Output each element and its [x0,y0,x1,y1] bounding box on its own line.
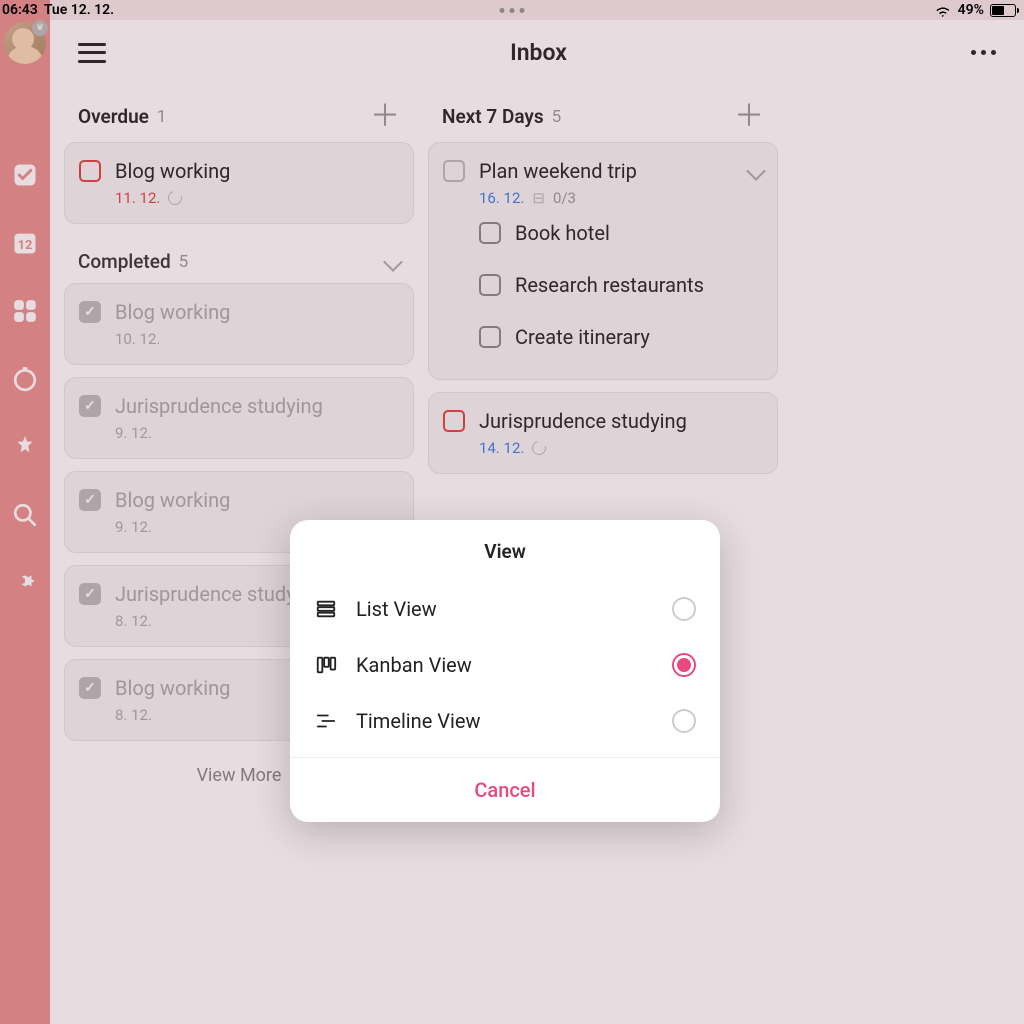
task-checkbox[interactable] [443,160,465,182]
task-checkbox-done[interactable] [79,395,101,417]
more-options-button[interactable] [971,50,996,55]
radio-unchecked[interactable] [672,709,696,733]
sidebar: ♛ 12 [0,0,50,1024]
timeline-view-icon [314,709,338,733]
column-header-next7: Next 7 Days 5 ＋ [428,85,778,142]
sidebar-pomo-icon[interactable] [10,364,40,394]
svg-text:12: 12 [18,238,33,253]
radio-checked[interactable] [672,653,696,677]
task-title: Blog working [115,488,230,512]
task-checkbox[interactable] [79,160,101,182]
status-date: Tue 12. 12. [44,2,114,18]
add-task-overdue-button[interactable]: ＋ [370,107,400,127]
task-date: 9. 12. [115,424,399,442]
status-bar: 06:43 Tue 12. 12. 49% [0,0,1024,20]
sidebar-settings-icon[interactable] [10,568,40,598]
task-card[interactable]: Jurisprudence studying 14. 12. [428,392,778,474]
subtask-item[interactable]: Create itinerary [443,311,763,363]
subtask-icon: ⊟ [532,189,545,207]
page-title: Inbox [106,39,971,66]
recurring-icon [166,188,185,207]
task-title: Jurisprudence studying [115,394,323,418]
avatar[interactable]: ♛ [4,22,46,64]
next7-count: 5 [552,107,562,127]
task-card[interactable]: Jurisprudence studying 9. 12. [64,377,414,459]
task-card[interactable]: Plan weekend trip 16. 12. ⊟ 0/3 Book hot… [428,142,778,380]
subtask-title: Book hotel [515,221,610,245]
subtask-title: Research restaurants [515,273,704,297]
battery-icon [990,4,1016,17]
task-title: Plan weekend trip [479,159,637,183]
sidebar-matrix-icon[interactable] [10,296,40,326]
subtask-title: Create itinerary [515,325,650,349]
cancel-button[interactable]: Cancel [290,758,720,822]
subtask-checkbox[interactable] [479,274,501,296]
status-time: 06:43 [2,2,38,18]
task-title: Blog working [115,300,230,324]
battery-percent: 49% [958,2,984,18]
subtask-checkbox[interactable] [479,222,501,244]
header: Inbox [50,20,1024,85]
subtask-item[interactable]: Research restaurants [443,259,763,311]
chevron-down-icon [383,252,403,272]
subtask-item[interactable]: Book hotel [443,207,763,259]
multitasking-dots[interactable] [500,8,525,13]
sidebar-calendar-icon[interactable]: 12 [10,228,40,258]
sidebar-today-icon[interactable] [10,160,40,190]
column-header-overdue: Overdue 1 ＋ [64,85,414,142]
wifi-icon [934,3,952,17]
task-checkbox[interactable] [443,410,465,432]
option-kanban-view[interactable]: Kanban View [290,637,720,693]
task-date: 16. 12. [479,189,524,207]
chevron-down-icon[interactable] [746,161,766,181]
task-checkbox-done[interactable] [79,489,101,511]
task-date: 14. 12. [479,439,524,457]
kanban-view-icon [314,653,338,677]
radio-unchecked[interactable] [672,597,696,621]
task-card[interactable]: Blog working 11. 12. [64,142,414,224]
section-header-completed[interactable]: Completed 5 [64,236,414,283]
list-view-icon [314,597,338,621]
task-card[interactable]: Blog working 10. 12. [64,283,414,365]
add-task-next7-button[interactable]: ＋ [734,107,764,127]
overdue-count: 1 [157,107,167,127]
task-title: Jurisprudence studying [479,409,687,433]
task-title: Blog working [115,159,230,183]
menu-button[interactable] [78,43,106,63]
task-title: Blog working [115,676,230,700]
completed-count: 5 [179,252,189,272]
subtask-count: 0/3 [553,189,576,207]
task-checkbox-done[interactable] [79,677,101,699]
task-date: 10. 12. [115,330,399,348]
sidebar-habit-icon[interactable] [10,432,40,462]
dialog-title: View [290,520,720,581]
sidebar-search-icon[interactable] [10,500,40,530]
recurring-icon [530,438,549,457]
subtask-checkbox[interactable] [479,326,501,348]
crown-badge-icon: ♛ [32,20,48,36]
view-selector-dialog: View List View Kanban View Timeline View… [290,520,720,822]
option-timeline-view[interactable]: Timeline View [290,693,720,749]
task-checkbox-done[interactable] [79,301,101,323]
task-checkbox-done[interactable] [79,583,101,605]
option-list-view[interactable]: List View [290,581,720,637]
task-date: 11. 12. [115,189,160,207]
